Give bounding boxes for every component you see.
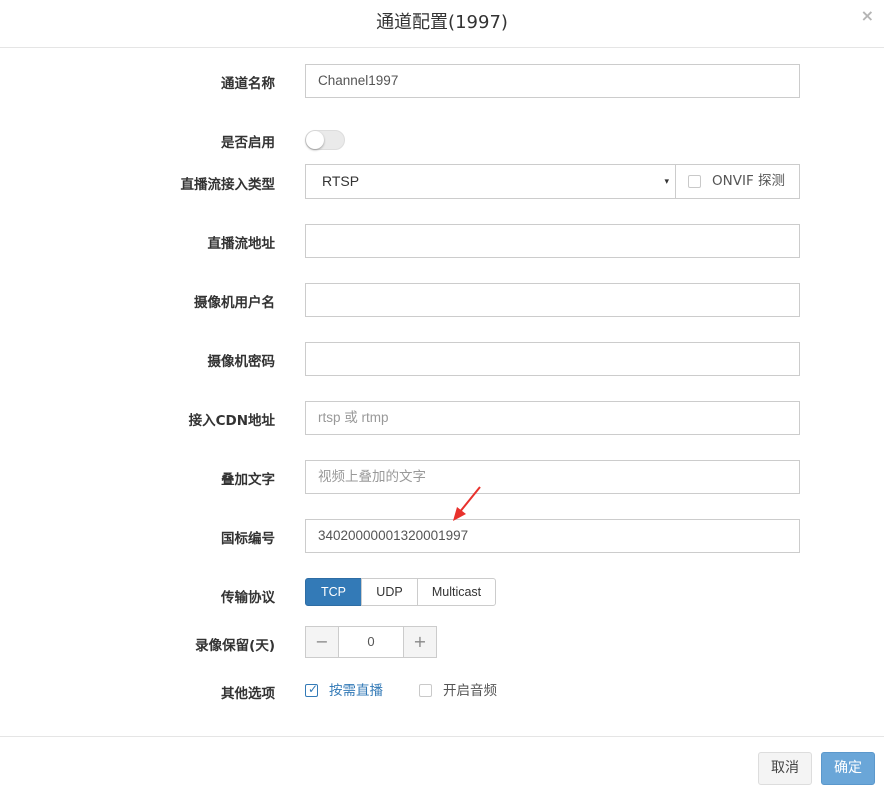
increment-button[interactable]: +: [403, 626, 437, 658]
check-icon: ✓: [308, 682, 319, 696]
audio-label: 开启音频: [443, 683, 497, 699]
record-days-stepper: − 0 +: [305, 626, 437, 658]
gb-id-input[interactable]: 34020000001320001997: [305, 519, 800, 553]
overlay-text-label: 叠加文字: [221, 472, 275, 488]
stream-type-select[interactable]: RTSP ▾: [305, 164, 676, 199]
cdn-url-label: 接入CDN地址: [188, 413, 275, 429]
confirm-button[interactable]: 确定: [821, 752, 875, 785]
onvif-probe-checkbox[interactable]: ONVIF 探测: [676, 164, 800, 199]
camera-user-label: 摄像机用户名: [194, 295, 275, 311]
camera-password-label: 摄像机密码: [207, 354, 276, 370]
record-days-label: 录像保留(天): [195, 638, 275, 654]
camera-password-input[interactable]: [305, 342, 800, 376]
protocol-button-group: TCP UDP Multicast: [305, 578, 496, 606]
other-options-label: 其他选项: [221, 686, 275, 702]
close-icon[interactable]: ×: [861, 6, 874, 26]
gb-id-label: 国标编号: [221, 531, 275, 547]
on-demand-label: 按需直播: [329, 683, 383, 699]
cdn-url-input[interactable]: rtsp 或 rtmp: [305, 401, 800, 435]
annotation-arrow-icon: [453, 486, 481, 521]
channel-name-input[interactable]: Channel1997: [305, 64, 800, 98]
enabled-toggle[interactable]: [305, 130, 345, 150]
dialog-header: 通道配置(1997) ×: [0, 0, 884, 48]
toggle-knob: [306, 131, 324, 149]
stream-type-label: 直播流接入类型: [180, 177, 276, 193]
camera-user-input[interactable]: [305, 283, 800, 317]
channel-name-label: 通道名称: [221, 76, 275, 92]
chevron-down-icon: ▾: [664, 176, 669, 186]
audio-checkbox-box[interactable]: [419, 684, 432, 697]
overlay-text-input[interactable]: 视频上叠加的文字: [305, 460, 800, 494]
protocol-label: 传输协议: [221, 590, 275, 606]
protocol-tcp-button[interactable]: TCP: [305, 578, 362, 606]
cancel-button[interactable]: 取消: [758, 752, 812, 785]
stream-url-input[interactable]: [305, 224, 800, 258]
enabled-label: 是否启用: [221, 135, 275, 151]
protocol-multicast-button[interactable]: Multicast: [417, 578, 496, 606]
stream-type-value: RTSP: [322, 173, 360, 189]
onvif-probe-label: ONVIF 探测: [712, 173, 785, 189]
stream-url-label: 直播流地址: [207, 236, 276, 252]
dialog-footer: [0, 736, 884, 793]
onvif-checkbox-box[interactable]: [688, 175, 701, 188]
dialog-title: 通道配置(1997): [376, 12, 508, 33]
decrement-button[interactable]: −: [305, 626, 339, 658]
record-days-input[interactable]: 0: [339, 626, 403, 658]
protocol-udp-button[interactable]: UDP: [361, 578, 418, 606]
on-demand-checkbox-box[interactable]: ✓: [305, 682, 319, 697]
